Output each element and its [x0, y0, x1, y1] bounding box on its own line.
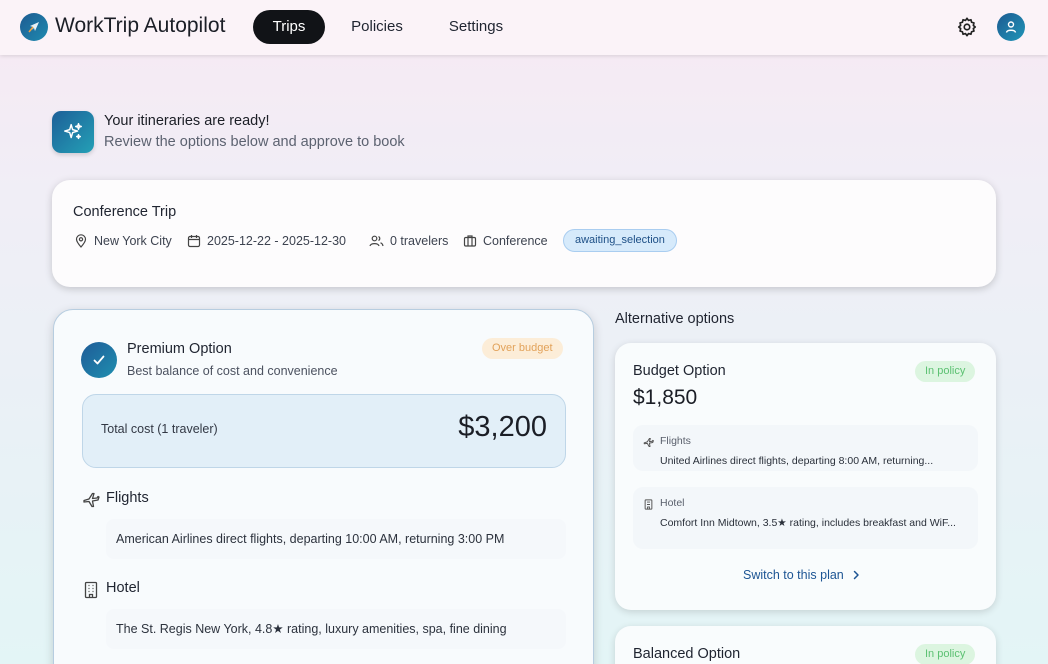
alt-flights-box: Flights United Airlines direct flights, …	[633, 425, 978, 471]
check-icon	[81, 342, 117, 378]
total-cost-box: Total cost (1 traveler) $3,200	[82, 394, 566, 468]
trip-type-text: Conference	[483, 234, 548, 248]
calendar-icon	[187, 235, 201, 248]
trip-dates-text: 2025-12-22 - 2025-12-30	[207, 234, 346, 248]
trip-dates: 2025-12-22 - 2025-12-30	[187, 232, 346, 250]
trip-summary-card: Conference Trip New York City 2025-12-22…	[52, 180, 996, 287]
banner-title: Your itineraries are ready!	[104, 113, 270, 129]
in-policy-badge-2: In policy	[915, 644, 976, 664]
trip-name: Conference Trip	[73, 204, 177, 220]
flights-details: American Airlines direct flights, depart…	[106, 519, 566, 559]
user-avatar-icon[interactable]	[997, 13, 1025, 41]
option-title: Premium Option	[127, 341, 232, 357]
plane-icon	[82, 491, 100, 509]
alt-option-title-2: Balanced Option	[633, 646, 741, 662]
in-policy-badge: In policy	[915, 361, 976, 382]
flights-title: Flights	[106, 490, 149, 506]
plane-icon	[643, 435, 654, 447]
sparkles-icon	[52, 111, 94, 153]
tab-trips[interactable]: Trips	[253, 10, 325, 44]
alternative-option-card[interactable]: Budget Option In policy $1,850 Flights U…	[615, 343, 996, 610]
option-subtitle: Best balance of cost and convenience	[127, 364, 338, 378]
tab-settings[interactable]: Settings	[440, 10, 512, 44]
trip-location: New York City	[74, 232, 172, 250]
switch-plan-label: Switch to this plan	[743, 568, 844, 582]
briefcase-icon	[463, 235, 477, 247]
hotel-icon	[643, 497, 654, 510]
app-title[interactable]: WorkTrip Autopilot	[55, 14, 225, 38]
hotel-icon	[82, 581, 100, 599]
trip-travelers: 0 travelers	[369, 232, 448, 250]
hotel-details: The St. Regis New York, 4.8★ rating, lux…	[106, 609, 566, 649]
switch-plan-link[interactable]: Switch to this plan	[743, 568, 860, 582]
status-badge: awaiting_selection	[563, 229, 677, 252]
alt-hotel-box: Hotel Comfort Inn Midtown, 3.5★ rating, …	[633, 487, 978, 549]
alt-hotel-text: Comfort Inn Midtown, 3.5★ rating, includ…	[660, 517, 956, 529]
top-bar: WorkTrip Autopilot Trips Policies Settin…	[0, 0, 1048, 55]
total-cost-value: $3,200	[458, 411, 547, 443]
trip-location-text: New York City	[94, 234, 172, 248]
alt-flights-text: United Airlines direct flights, departin…	[660, 455, 934, 467]
banner-subtitle: Review the options below and approve to …	[104, 134, 405, 150]
total-cost-label: Total cost (1 traveler)	[101, 422, 218, 436]
app-logo-icon[interactable]	[20, 13, 48, 41]
trip-travelers-text: 0 travelers	[390, 234, 449, 248]
alt-hotel-label: Hotel	[660, 497, 685, 509]
hotel-title: Hotel	[106, 580, 140, 596]
alt-option-title: Budget Option	[633, 363, 726, 379]
map-pin-icon	[75, 234, 87, 248]
alt-option-price: $1,850	[633, 386, 698, 409]
alternatives-heading: Alternative options	[615, 311, 735, 327]
selected-option-card[interactable]: Premium Option Best balance of cost and …	[53, 309, 594, 664]
trip-type: Conference	[463, 232, 548, 250]
alt-flights-label: Flights	[660, 435, 691, 447]
users-icon	[369, 235, 384, 247]
over-budget-badge: Over budget	[482, 338, 563, 359]
gear-icon[interactable]	[956, 16, 978, 38]
tab-policies[interactable]: Policies	[341, 10, 413, 44]
chevron-right-icon	[853, 570, 859, 580]
alternative-option-card-2[interactable]: Balanced Option In policy	[615, 626, 996, 664]
